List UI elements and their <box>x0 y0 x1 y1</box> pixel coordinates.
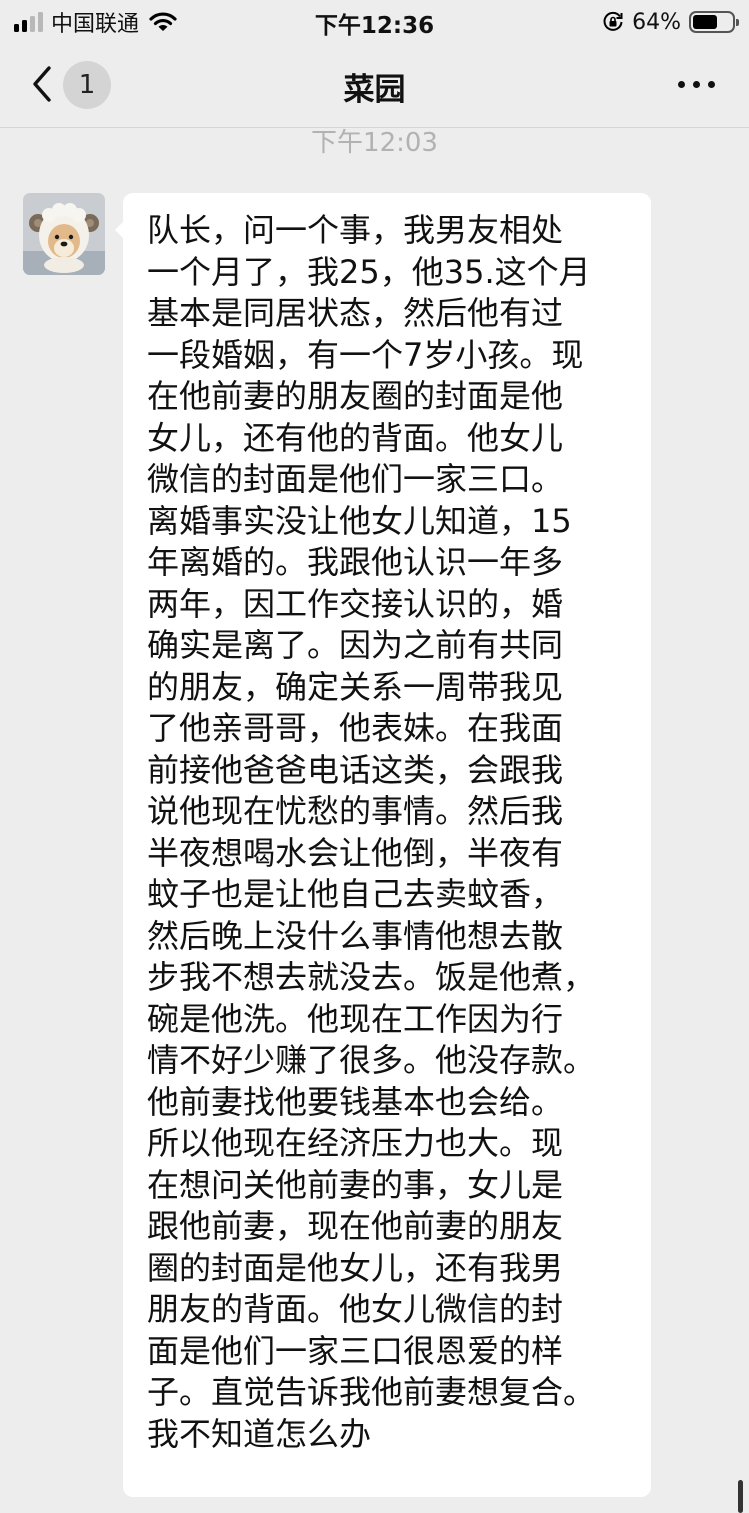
message-line: 朋友的背面。他女儿微信的封 <box>147 1290 564 1328</box>
battery-percent: 64% <box>632 9 681 35</box>
message-line: 半夜想喝水会让他倒，半夜有 <box>147 833 564 872</box>
message-line: 女儿，还有他的背面。他女儿 <box>147 418 564 457</box>
battery-icon <box>689 11 739 33</box>
scrollbar[interactable] <box>738 1480 743 1513</box>
orientation-lock-icon <box>603 11 623 31</box>
message-line: 一段婚姻，有一个7岁小孩。现 <box>147 335 584 374</box>
more-options-icon[interactable] <box>678 81 715 88</box>
sender-avatar[interactable] <box>23 193 105 275</box>
message-line: 了他亲哥哥，他表妹。在我面 <box>147 709 564 747</box>
message-line: 步我不想去就没去。饭是他煮， <box>147 958 596 996</box>
message-line: 跟他前妻，现在他前妻的朋友 <box>147 1207 564 1245</box>
message-line: 所以他现在经济压力也大。现 <box>147 1124 564 1162</box>
sheep-dog-avatar <box>23 193 105 275</box>
message-line: 他前妻找他要钱基本也会给。 <box>147 1082 564 1121</box>
battery-level <box>693 15 717 29</box>
message-line: 在他前妻的朋友圈的封面是他 <box>147 377 564 415</box>
message-text: 队长，问一个事，我男友相处 一个月了，我25，他35.这个月 基本是同居状态，然后他… <box>147 210 641 1455</box>
message-line: 我不知道怎么办 <box>147 1414 372 1453</box>
message-line: 离婚事实没让他女儿知道，15 <box>147 501 572 540</box>
message-line: 子。直觉告诉我他前妻想复合。 <box>147 1373 596 1411</box>
message-line: 蚊子也是让他自己去卖蚊香， <box>147 875 564 913</box>
status-bar: 中国联通 下午12:36 64% <box>0 0 749 44</box>
chat-title: 菜园 <box>343 72 406 108</box>
message-timestamp: 下午12:03 <box>311 128 438 158</box>
message-line: 碗是他洗。他现在工作因为行 <box>147 999 564 1038</box>
status-right: 64% <box>602 7 739 37</box>
back-chevron-icon[interactable] <box>28 64 58 104</box>
message-line: 情不好少赚了很多。他没存款。 <box>147 1041 596 1079</box>
unread-count-badge[interactable]: 1 <box>63 61 111 109</box>
message-line: 年离婚的。我跟他认识一年多 <box>147 543 564 581</box>
chat-header: 1 菜园 <box>0 44 749 128</box>
message-line: 圈的封面是他女儿，还有我男 <box>147 1248 564 1287</box>
message-line: 在想问关他前妻的事，女儿是 <box>147 1165 564 1204</box>
message-line: 一个月了，我25，他35.这个月 <box>147 252 591 291</box>
message-line: 前接他爸爸电话这类，会跟我 <box>147 750 564 789</box>
message-line: 确实是离了。因为之前有共同 <box>147 626 564 664</box>
message-line: 两年，因工作交接认识的，婚 <box>147 584 564 623</box>
message-line: 的朋友，确定关系一周带我见 <box>147 667 564 706</box>
message-line: 队长，问一个事，我男友相处 <box>147 211 564 249</box>
message-line: 说他现在忧愁的事情。然后我 <box>147 792 564 830</box>
message-line: 基本是同居状态，然后他有过 <box>147 294 564 332</box>
message-line: 面是他们一家三口很恩爱的样 <box>147 1331 564 1370</box>
message-bubble[interactable]: 队长，问一个事，我男友相处 一个月了，我25，他35.这个月 基本是同居状态，然后他… <box>123 193 651 1497</box>
message-line: 微信的封面是他们一家三口。 <box>147 460 564 498</box>
message-line: 然后晚上没什么事情他想去散 <box>147 916 564 955</box>
